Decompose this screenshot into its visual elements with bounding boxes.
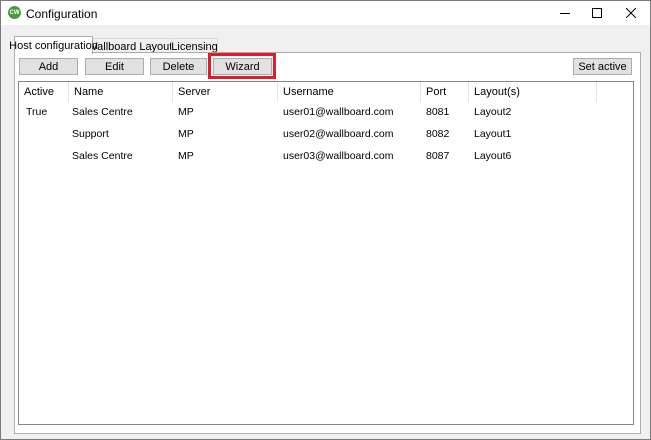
maximize-icon [592,8,602,18]
delete-button[interactable]: Delete [150,58,207,75]
cell-active [21,123,69,145]
cell-name: Support [72,128,109,140]
app-icon-text: CW [9,9,20,16]
column-header-server[interactable]: Server [173,82,278,102]
cell-username: user03@wallboard.com [283,150,394,162]
cell-layouts: Layout6 [474,150,512,162]
wizard-highlight-box [208,53,276,79]
column-header-port[interactable]: Port [421,82,469,102]
tab-host-configuration[interactable]: Host configuration [9,36,98,54]
column-header-username[interactable]: Username [278,82,421,102]
cell-port: 8082 [426,128,450,140]
minimize-button[interactable] [548,1,582,25]
cell-port: 8081 [426,106,450,118]
column-header-active[interactable]: Active [19,82,69,102]
set-active-button[interactable]: Set active [573,58,632,75]
minimize-icon [560,13,570,14]
column-header-layouts[interactable]: Layout(s) [469,82,597,102]
cell-port: 8087 [426,150,450,162]
maximize-button[interactable] [580,1,614,25]
cell-name: Sales Centre [72,150,133,162]
cell-server: MP [178,106,194,118]
cell-active: True [26,106,48,118]
cell-layouts: Layout1 [474,128,512,140]
cell-layouts: Layout2 [474,106,512,118]
cell-name: Sales Centre [72,106,133,118]
app-icon: CW [8,6,21,19]
cell-username: user02@wallboard.com [283,128,394,140]
close-button[interactable] [614,1,648,25]
window-title: Configuration [26,7,98,21]
column-header-name[interactable]: Name [69,82,173,102]
cell-server: MP [178,150,194,162]
host-list[interactable]: Active Name Server Username Port Layout(… [18,81,634,425]
cell-active [21,145,69,167]
edit-button[interactable]: Edit [85,58,144,75]
cell-server: MP [178,128,194,140]
configuration-window: CW Configuration Host configuration Wall… [0,0,651,440]
add-button[interactable]: Add [19,58,78,75]
close-icon [626,8,636,18]
title-bar[interactable]: CW Configuration [1,1,650,25]
cell-username: user01@wallboard.com [283,106,394,118]
